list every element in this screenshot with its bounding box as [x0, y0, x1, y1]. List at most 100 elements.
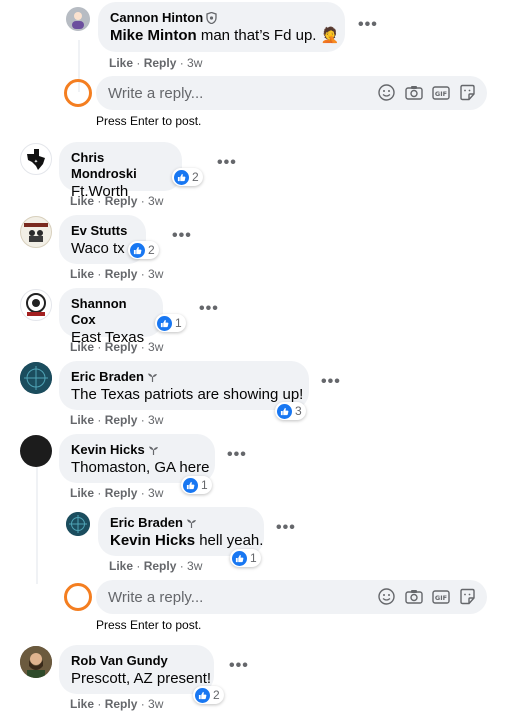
mention-link[interactable]: Kevin Hicks [110, 532, 195, 549]
reply-link[interactable]: Reply [144, 56, 177, 70]
comment-author[interactable]: Ev Stutts [71, 223, 134, 239]
reply-link[interactable]: Reply [105, 340, 138, 354]
avatar[interactable] [66, 7, 90, 31]
sprout-icon [147, 373, 157, 382]
avatar[interactable] [66, 512, 90, 536]
comment-actions: Like · Reply · 3w [109, 56, 203, 70]
camera-icon[interactable] [404, 83, 423, 102]
reaction-count[interactable]: 3 [275, 402, 306, 420]
avatar[interactable] [20, 362, 52, 394]
comment-text: Prescott, AZ present! [71, 670, 212, 687]
comment-text: Mike Minton man that’s Fd up. 🤦 [110, 27, 340, 44]
comment-author[interactable]: Chris Mondroski [71, 150, 170, 182]
thread-line [36, 466, 38, 584]
timestamp[interactable]: 3w [148, 697, 163, 711]
reply-box[interactable]: Write a reply... GIF [96, 76, 487, 110]
comment-author[interactable]: Kevin Hicks [71, 442, 203, 458]
reaction-count[interactable]: 1 [230, 549, 261, 567]
like-link[interactable]: Like [70, 697, 94, 711]
reaction-count[interactable]: 2 [128, 241, 159, 259]
avatar[interactable] [20, 289, 52, 321]
reply-hint: Press Enter to post. [96, 114, 202, 128]
gif-icon[interactable]: GIF [431, 83, 450, 102]
mention-link[interactable]: Mike Minton [110, 27, 197, 44]
like-link[interactable]: Like [70, 486, 94, 500]
reply-link[interactable]: Reply [105, 413, 138, 427]
reaction-count[interactable]: 2 [193, 686, 224, 704]
comment-bubble: Chris Mondroski Ft.Worth [59, 142, 182, 200]
like-icon [277, 403, 292, 419]
more-options-icon[interactable]: ••• [276, 520, 296, 536]
comment-bubble: Eric Braden The Texas patriots are showi… [59, 361, 309, 410]
more-options-icon[interactable]: ••• [172, 228, 192, 244]
like-icon [232, 550, 247, 566]
emoji-icon[interactable] [377, 587, 396, 606]
comment-author[interactable]: Cannon Hinton [110, 10, 333, 26]
like-icon [174, 169, 189, 185]
comment-actions: Like · Reply · 3w [70, 697, 164, 711]
comment-text: The Texas patriots are showing up! [71, 386, 304, 403]
like-icon [130, 242, 145, 258]
like-link[interactable]: Like [70, 267, 94, 281]
comment-author[interactable]: Rob Van Gundy [71, 653, 202, 669]
svg-text:GIF: GIF [434, 594, 446, 602]
reaction-count[interactable]: 1 [155, 314, 186, 332]
timestamp[interactable]: 3w [148, 340, 163, 354]
more-options-icon[interactable]: ••• [199, 301, 219, 317]
like-icon [183, 477, 198, 493]
comment-text: Kevin Hicks hell yeah. [110, 532, 264, 549]
reaction-count[interactable]: 2 [172, 168, 203, 186]
more-options-icon[interactable]: ••• [321, 374, 341, 390]
current-user-avatar [64, 79, 92, 107]
comment-actions: Like · Reply · 3w [70, 486, 164, 500]
sticker-icon[interactable] [458, 83, 477, 102]
timestamp[interactable]: 3w [148, 267, 163, 281]
reply-input[interactable]: Write a reply... [108, 85, 203, 102]
more-options-icon[interactable]: ••• [229, 658, 249, 674]
like-link[interactable]: Like [109, 56, 133, 70]
timestamp[interactable]: 3w [148, 194, 163, 208]
comment-bubble: Cannon Hinton Mike Minton man that’s Fd … [98, 2, 345, 52]
comment-author[interactable]: Eric Braden [110, 515, 252, 531]
camera-icon[interactable] [404, 587, 423, 606]
avatar[interactable] [20, 435, 52, 467]
shield-icon [206, 12, 217, 24]
reaction-count[interactable]: 1 [181, 476, 212, 494]
like-icon [157, 315, 172, 331]
more-options-icon[interactable]: ••• [217, 155, 237, 171]
comment-bubble: Rob Van Gundy Prescott, AZ present! [59, 645, 214, 694]
timestamp[interactable]: 3w [187, 559, 202, 573]
avatar[interactable] [20, 216, 52, 248]
sticker-icon[interactable] [458, 587, 477, 606]
avatar[interactable] [20, 646, 52, 678]
like-link[interactable]: Like [70, 194, 94, 208]
svg-text:✦: ✦ [34, 159, 38, 165]
gif-icon[interactable]: GIF [431, 587, 450, 606]
comment-actions: Like · Reply · 3w [70, 413, 164, 427]
sprout-icon [186, 519, 196, 528]
reply-link[interactable]: Reply [105, 267, 138, 281]
avatar[interactable]: ✦ [20, 143, 52, 175]
comment-author[interactable]: Eric Braden [71, 369, 297, 385]
like-link[interactable]: Like [109, 559, 133, 573]
reply-box[interactable]: Write a reply... GIF [96, 580, 487, 614]
timestamp[interactable]: 3w [187, 56, 202, 70]
reply-link[interactable]: Reply [105, 194, 138, 208]
reply-link[interactable]: Reply [144, 559, 177, 573]
like-link[interactable]: Like [70, 340, 94, 354]
comment-bubble: Shannon Cox East Texas [59, 288, 163, 346]
emoji-icon[interactable] [377, 83, 396, 102]
like-link[interactable]: Like [70, 413, 94, 427]
more-options-icon[interactable]: ••• [227, 447, 247, 463]
sprout-icon [148, 446, 158, 455]
reply-link[interactable]: Reply [105, 486, 138, 500]
comment-actions: Like · Reply · 3w [109, 559, 203, 573]
more-options-icon[interactable]: ••• [358, 17, 378, 33]
reply-input[interactable]: Write a reply... [108, 589, 203, 606]
reply-hint: Press Enter to post. [96, 618, 202, 632]
like-icon [195, 687, 210, 703]
reply-link[interactable]: Reply [105, 697, 138, 711]
timestamp[interactable]: 3w [148, 413, 163, 427]
comment-author[interactable]: Shannon Cox [71, 296, 151, 328]
timestamp[interactable]: 3w [148, 486, 163, 500]
